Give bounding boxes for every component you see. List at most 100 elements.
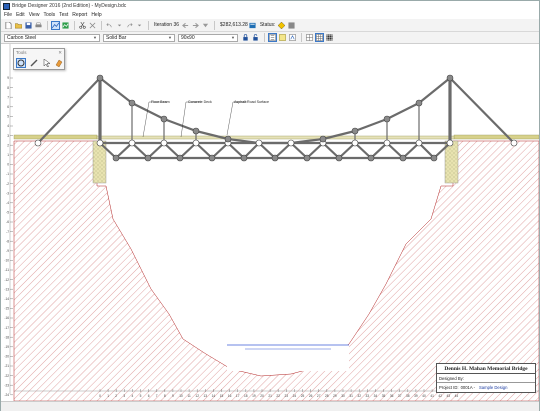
member-tool-icon[interactable]	[29, 58, 39, 68]
deck-joint[interactable]	[128, 139, 136, 147]
deck-joint[interactable]	[446, 139, 454, 147]
cable-joint[interactable]	[415, 99, 423, 107]
left-backstay-member[interactable]	[36, 76, 102, 145]
cable-joint[interactable]	[383, 115, 391, 123]
bottom-joint[interactable]	[271, 154, 279, 162]
member-list-icon[interactable]	[268, 33, 277, 42]
load-test-button[interactable]	[61, 21, 70, 30]
cable-joint[interactable]	[160, 115, 168, 123]
cost-report-icon[interactable]	[248, 21, 257, 30]
menu-test[interactable]: Test	[59, 12, 68, 18]
delete-x-icon[interactable]	[88, 21, 97, 30]
undo-dropdown-icon[interactable]	[115, 21, 124, 30]
bottom-joint[interactable]	[367, 154, 375, 162]
iteration-forward-arrow-icon[interactable]	[191, 21, 200, 30]
menu-view[interactable]: View	[29, 12, 40, 18]
menu-bar: File Edit View Tools Test Report Help	[1, 11, 539, 19]
iteration-browser-icon[interactable]	[201, 21, 210, 30]
y-ruler-label: -22	[4, 374, 9, 378]
deck-slab	[96, 135, 455, 140]
menu-report[interactable]: Report	[72, 12, 87, 18]
left-anchorage-joint[interactable]	[34, 139, 42, 147]
deck-joint[interactable]	[287, 139, 295, 147]
main-cable-member[interactable]	[417, 76, 452, 105]
member-numbers-icon[interactable]	[288, 33, 297, 42]
project-id-value: 0001A -	[460, 385, 475, 390]
cable-joint[interactable]	[351, 127, 359, 135]
open-folder-button[interactable]	[14, 21, 23, 30]
coarse-grid-icon[interactable]	[305, 33, 314, 42]
bottom-joint[interactable]	[208, 154, 216, 162]
bridge-members[interactable]	[36, 76, 516, 160]
cable-joint[interactable]	[224, 135, 232, 143]
eraser-icon[interactable]	[54, 58, 64, 68]
select-pointer-icon[interactable]	[42, 58, 52, 68]
right-anchorage-joint[interactable]	[510, 139, 518, 147]
bottom-joint[interactable]	[176, 154, 184, 162]
toolbar-separator	[47, 20, 48, 30]
bottom-joint[interactable]	[240, 154, 248, 162]
designed-by-row: Designed By:	[437, 374, 535, 383]
deck-joint[interactable]	[192, 139, 200, 147]
x-ruler-label: 23	[285, 394, 289, 398]
menu-help[interactable]: Help	[91, 12, 101, 18]
size-down-lock-icon[interactable]	[251, 33, 260, 42]
deck-joint[interactable]	[415, 139, 423, 147]
bottom-joint[interactable]	[112, 154, 120, 162]
drawing-board-button[interactable]	[51, 20, 60, 30]
status-pane-icon[interactable]	[287, 21, 296, 30]
status-warning-icon[interactable]	[277, 21, 286, 30]
undo-button[interactable]	[105, 21, 114, 30]
fine-grid-icon[interactable]	[325, 33, 334, 42]
deck-joint[interactable]	[160, 139, 168, 147]
deck-joint[interactable]	[96, 139, 104, 147]
bottom-joint[interactable]	[144, 154, 152, 162]
deck-joint[interactable]	[351, 139, 359, 147]
main-cable-member[interactable]	[162, 117, 198, 133]
bottom-joint[interactable]	[430, 154, 438, 162]
print-button[interactable]	[34, 21, 43, 30]
bottom-joint[interactable]	[399, 154, 407, 162]
material-select[interactable]: Carbon Steel ▼	[4, 33, 100, 42]
close-icon[interactable]: ✕	[58, 50, 62, 56]
bottom-joint[interactable]	[335, 154, 343, 162]
joint-tool-icon[interactable]	[16, 58, 26, 68]
redo-dropdown-icon[interactable]	[135, 21, 144, 30]
main-cable-member[interactable]	[130, 101, 166, 121]
main-cable-member[interactable]	[353, 117, 389, 133]
x-ruler-label: 18	[244, 394, 248, 398]
cut-icon[interactable]	[78, 21, 87, 30]
section-select[interactable]: Solid Bar ▼	[103, 33, 175, 42]
save-button[interactable]	[24, 21, 33, 30]
deck-joint[interactable]	[383, 139, 391, 147]
size-up-lock-icon[interactable]	[241, 33, 250, 42]
menu-file[interactable]: File	[4, 12, 12, 18]
menu-tools[interactable]: Tools	[43, 12, 55, 18]
x-ruler-label: 5	[140, 394, 142, 398]
bottom-joint[interactable]	[303, 154, 311, 162]
y-ruler-label: -18	[4, 335, 9, 339]
x-ruler-label: 2	[115, 394, 117, 398]
cable-joint[interactable]	[192, 127, 200, 135]
right-backstay-member[interactable]	[448, 76, 516, 145]
app-icon	[3, 2, 10, 10]
size-select[interactable]: 90x90 ▼	[178, 33, 238, 42]
iteration-back-arrow-icon[interactable]	[181, 21, 190, 30]
main-cable-member[interactable]	[98, 76, 134, 105]
main-cable-member[interactable]	[385, 101, 421, 121]
cable-joint[interactable]	[319, 135, 327, 143]
menu-edit[interactable]: Edit	[16, 12, 25, 18]
x-ruler-label: 16	[228, 394, 232, 398]
drawing-board[interactable]: 9 8 7 6 5 4 3 2 1 0 -1 -2 -3 -4 -5 -6 -7 -8 -9 -10 -11 -12 -13…	[1, 44, 539, 401]
cable-joint[interactable]	[96, 74, 104, 82]
cable-joint[interactable]	[128, 99, 136, 107]
y-ruler-label: -11	[5, 268, 10, 272]
new-file-button[interactable]	[4, 21, 13, 30]
cable-joint[interactable]	[446, 74, 454, 82]
deck-joint[interactable]	[255, 139, 263, 147]
member-table-icon[interactable]	[278, 33, 287, 42]
x-ruler-label: 35	[382, 394, 386, 398]
medium-grid-icon[interactable]	[315, 33, 324, 42]
redo-button[interactable]	[125, 21, 134, 30]
bridge-drawing[interactable]: 9876543210-1-2-3-4-5-6-7-8-9-10-11-12-13…	[1, 44, 539, 401]
